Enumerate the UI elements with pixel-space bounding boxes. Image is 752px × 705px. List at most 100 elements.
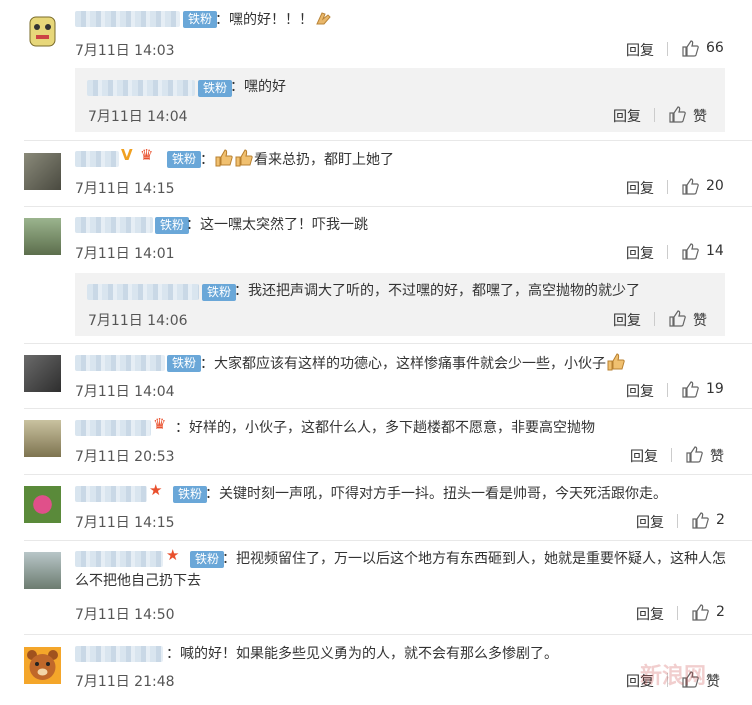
colon-text: ： bbox=[200, 152, 214, 168]
like-button[interactable]: 赞 bbox=[693, 106, 707, 126]
vip-crown-icon: ♛ bbox=[153, 415, 167, 433]
comment-1: 铁粉 ：嘿的好！！！ 7月11日 14:03 回复 66 bbox=[0, 0, 752, 65]
thumbs-up-icon[interactable] bbox=[669, 310, 686, 327]
timestamp: 7月11日 14:06 bbox=[88, 313, 188, 329]
comment-text: ：好样的，小伙子，这都什么人，多下趟楼都不愿意，非要高空抛物 bbox=[175, 420, 595, 436]
verified-v-icon: V bbox=[121, 146, 133, 164]
divider bbox=[671, 448, 672, 462]
comment-5: ♛ ：好样的，小伙子，这都什么人，多下趟楼都不愿意，非要高空抛物 7月11日 2… bbox=[0, 409, 752, 474]
reply-button[interactable]: 回复 bbox=[626, 40, 654, 60]
reply-text: ：嘿的好 bbox=[230, 79, 286, 95]
avatar[interactable] bbox=[24, 355, 61, 392]
thumbs-up-icon[interactable] bbox=[669, 106, 686, 123]
thumbs-up-emoji-icon bbox=[235, 149, 253, 167]
timestamp: 7月11日 21:48 bbox=[75, 674, 175, 690]
like-button[interactable]: 赞 bbox=[706, 671, 720, 691]
fan-badge[interactable]: 铁粉 bbox=[167, 355, 202, 372]
star-badge-icon: ★ bbox=[149, 481, 163, 499]
thumbs-up-icon[interactable] bbox=[682, 381, 699, 398]
thumbs-up-icon[interactable] bbox=[692, 512, 709, 529]
like-count[interactable]: 19 bbox=[706, 381, 724, 397]
divider bbox=[677, 606, 678, 620]
comment-text: ：大家都应该有这样的功德心，这样惨痛事件就会少一些，小伙子 bbox=[200, 352, 626, 375]
timestamp: 7月11日 14:03 bbox=[75, 43, 175, 59]
avatar-cartoon-icon bbox=[29, 16, 56, 47]
avatar[interactable] bbox=[24, 420, 61, 457]
reply-box: 铁粉 ：我还把声调大了听的，不过嘿的好，都嘿了，高空抛物的就少了 7月11日 1… bbox=[75, 273, 725, 336]
like-count[interactable]: 66 bbox=[706, 40, 724, 56]
bear-avatar-icon bbox=[27, 650, 58, 680]
divider bbox=[677, 514, 678, 528]
avatar[interactable] bbox=[24, 552, 61, 589]
like-count[interactable]: 20 bbox=[706, 178, 724, 194]
reply-button[interactable]: 回复 bbox=[626, 381, 654, 401]
divider bbox=[654, 312, 655, 326]
fan-badge[interactable]: 铁粉 bbox=[198, 80, 233, 97]
clap-emoji-icon bbox=[316, 12, 331, 25]
divider bbox=[667, 42, 668, 56]
username-blurred[interactable] bbox=[75, 11, 180, 27]
username-blurred[interactable] bbox=[87, 284, 199, 300]
fan-badge[interactable]: 铁粉 bbox=[202, 284, 237, 301]
like-button[interactable]: 赞 bbox=[693, 310, 707, 330]
avatar[interactable] bbox=[24, 218, 61, 255]
username-blurred[interactable] bbox=[75, 486, 147, 502]
thumbs-up-icon[interactable] bbox=[692, 604, 709, 621]
divider bbox=[667, 383, 668, 397]
username-blurred[interactable] bbox=[75, 355, 165, 371]
thumbs-up-emoji-icon bbox=[607, 353, 625, 371]
reply-button[interactable]: 回复 bbox=[636, 512, 664, 532]
fan-badge[interactable]: 铁粉 bbox=[183, 11, 218, 28]
divider bbox=[667, 180, 668, 194]
reply-text: ：我还把声调大了听的，不过嘿的好，都嘿了，高空抛物的就少了 bbox=[234, 283, 640, 299]
comment-text: ：关键时刻一声吼，吓得对方手一抖。扭头一看是帅哥，今天死活跟你走。 bbox=[205, 486, 667, 502]
thumbs-up-icon[interactable] bbox=[682, 40, 699, 57]
fan-badge[interactable]: 铁粉 bbox=[167, 151, 202, 168]
avatar[interactable] bbox=[24, 13, 61, 50]
thumbs-up-emoji-icon bbox=[215, 149, 233, 167]
timestamp: 7月11日 14:15 bbox=[75, 181, 175, 197]
fan-badge[interactable]: 铁粉 bbox=[173, 486, 208, 503]
comment-4: 铁粉 ：大家都应该有这样的功德心，这样惨痛事件就会少一些，小伙子 7月11日 1… bbox=[0, 344, 752, 409]
reply-button[interactable]: 回复 bbox=[626, 243, 654, 263]
thumbs-up-icon[interactable] bbox=[686, 446, 703, 463]
divider bbox=[654, 108, 655, 122]
like-count[interactable]: 2 bbox=[716, 512, 725, 528]
comment-3: 铁粉 ：这一嘿太突然了！吓我一跳 7月11日 14:01 回复 14 bbox=[0, 207, 752, 272]
comment-text: ：把视频留住了，万一以后这个地方有东西砸到人，她就是重要怀疑人，这种人怎么不把他… bbox=[75, 551, 726, 589]
like-button[interactable]: 赞 bbox=[710, 446, 724, 466]
comment-text: ：喊的好！如果能多些见义勇为的人，就不会有那么多惨剧了。 bbox=[166, 646, 558, 662]
comment-text: ：嘿的好！！！ bbox=[215, 8, 333, 31]
like-count[interactable]: 2 bbox=[716, 604, 725, 620]
thumbs-up-icon[interactable] bbox=[682, 178, 699, 195]
reply-button[interactable]: 回复 bbox=[630, 446, 658, 466]
avatar[interactable] bbox=[24, 486, 61, 523]
timestamp: 7月11日 14:15 bbox=[75, 515, 175, 531]
timestamp: 7月11日 14:50 bbox=[75, 607, 175, 623]
fan-badge[interactable]: 铁粉 bbox=[155, 217, 190, 234]
username-blurred[interactable] bbox=[75, 151, 119, 167]
watermark: 新浪网 bbox=[640, 664, 707, 689]
reply-button[interactable]: 回复 bbox=[626, 178, 654, 198]
reply-button[interactable]: 回复 bbox=[613, 310, 641, 330]
avatar[interactable] bbox=[24, 153, 61, 190]
timestamp: 7月11日 14:04 bbox=[88, 109, 188, 125]
avatar[interactable] bbox=[24, 647, 61, 684]
comment-text: ：这一嘿太突然了！吓我一跳 bbox=[186, 217, 368, 233]
comment-6: ★ 铁粉 ：关键时刻一声吼，吓得对方手一抖。扭头一看是帅哥，今天死活跟你走。 7… bbox=[0, 475, 752, 540]
thumbs-up-icon[interactable] bbox=[682, 243, 699, 260]
comment-7: ★ 铁粉 ：把视频留住了，万一以后这个地方有东西砸到人，她就是重要怀疑人，这种人… bbox=[0, 541, 752, 633]
comment-text: ：看来总扔，都盯上她了 bbox=[200, 148, 394, 171]
username-blurred[interactable] bbox=[75, 217, 153, 233]
like-count[interactable]: 14 bbox=[706, 243, 724, 259]
comment-2: V ♛ 铁粉 ：看来总扔，都盯上她了 7月11日 14:15 回复 20 bbox=[0, 141, 752, 206]
timestamp: 7月11日 20:53 bbox=[75, 449, 175, 465]
vip-crown-icon: ♛ bbox=[140, 146, 154, 164]
divider bbox=[667, 245, 668, 259]
username-blurred[interactable] bbox=[87, 80, 195, 96]
username-blurred[interactable] bbox=[75, 646, 163, 662]
reply-box: 铁粉 ：嘿的好 7月11日 14:04 回复 赞 bbox=[75, 68, 725, 132]
reply-button[interactable]: 回复 bbox=[636, 604, 664, 624]
username-blurred[interactable] bbox=[75, 420, 151, 436]
reply-button[interactable]: 回复 bbox=[613, 106, 641, 126]
